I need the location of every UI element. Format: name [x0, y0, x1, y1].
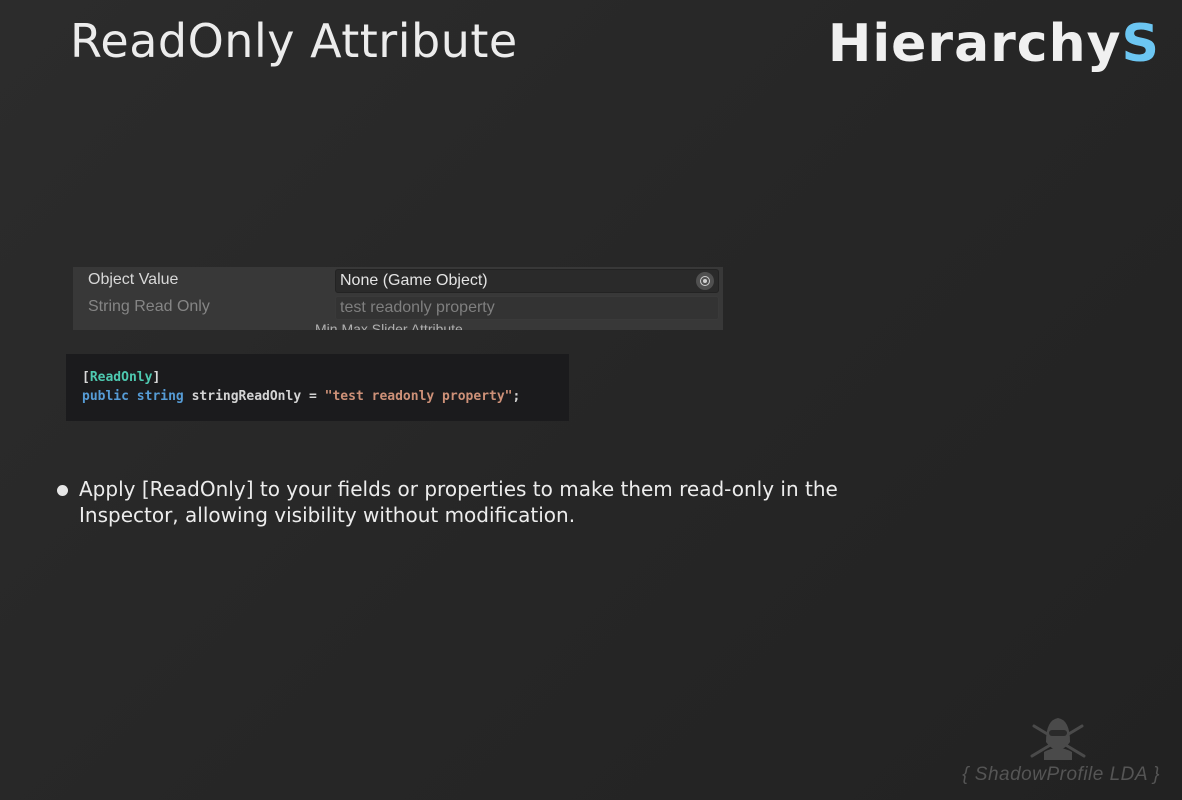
bullet-item: Apply [ReadOnly] to your fields or prope… — [57, 476, 937, 528]
code-bracket-close: ] — [152, 370, 161, 385]
inspector-row-object-value: Object Value None (Game Object) — [73, 268, 723, 293]
inspector-panel: Object Value None (Game Object) String R… — [73, 267, 723, 330]
logo-accent-text: S — [1121, 14, 1160, 74]
bullet-dot-icon — [57, 485, 68, 496]
logo-main-text: Hierarchy — [827, 14, 1122, 74]
code-identifier: stringReadOnly — [191, 389, 302, 404]
object-picker-icon[interactable] — [696, 272, 714, 290]
bullet-text: Apply [ReadOnly] to your fields or prope… — [79, 477, 838, 527]
object-value-field[interactable]: None (Game Object) — [335, 269, 719, 293]
min-max-slider-header: Min Max Slider Attribute — [315, 321, 463, 330]
code-attribute: ReadOnly — [89, 370, 153, 385]
code-line-1: [ReadOnly] — [82, 368, 553, 387]
page-title: ReadOnly Attribute — [70, 14, 518, 68]
code-snippet: [ReadOnly] public string stringReadOnly … — [66, 354, 569, 421]
brand-logo: HierarchyS — [828, 14, 1160, 74]
code-terminator: ; — [512, 389, 521, 404]
inspector-row-string-read-only: String Read Only test readonly property — [73, 295, 723, 320]
object-value-text: None (Game Object) — [340, 272, 488, 289]
object-value-label: Object Value — [88, 271, 179, 288]
watermark-text: { ShadowProfile LDA } — [962, 764, 1160, 785]
code-keyword-string: string — [136, 389, 184, 404]
string-read-only-field: test readonly property — [335, 296, 719, 320]
code-string-literal: "test readonly property" — [324, 389, 513, 404]
code-line-2: public string stringReadOnly = "test rea… — [82, 387, 553, 406]
ninja-swords-icon — [1030, 718, 1086, 760]
code-equals: = — [309, 389, 317, 404]
string-read-only-label: String Read Only — [88, 298, 210, 315]
code-bracket-open: [ — [82, 370, 90, 385]
string-read-only-text: test readonly property — [340, 299, 495, 316]
code-keyword-public: public — [82, 389, 129, 404]
